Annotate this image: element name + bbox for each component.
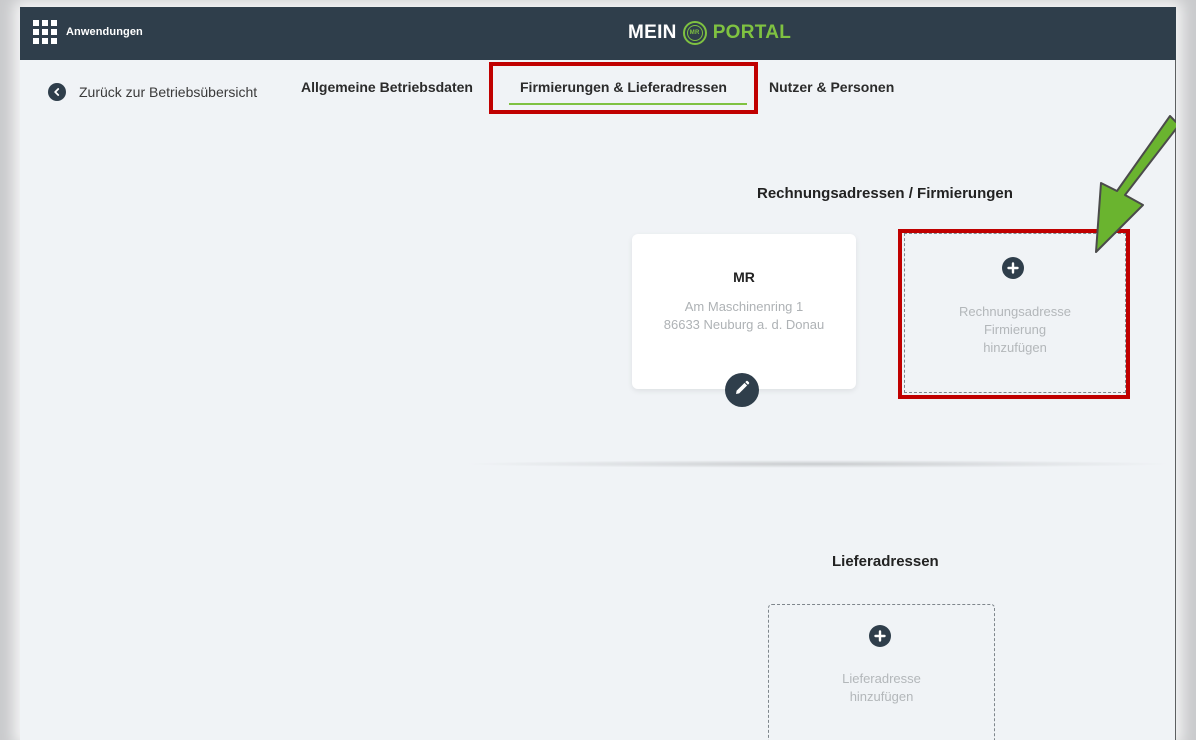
apps-grid-icon: [33, 20, 57, 44]
annotation-arrow: [1095, 115, 1176, 253]
portal-logo: MEIN MR PORTAL: [628, 18, 791, 48]
tab-users-persons[interactable]: Nutzer & Personen: [769, 79, 894, 95]
add-billing-line-1: Rechnungsadresse: [958, 304, 1072, 319]
plus-icon: [1002, 257, 1024, 279]
card-company-name: MR: [733, 269, 755, 285]
add-billing-label: Rechnungsadresse Firmierung hinzufügen: [904, 303, 1126, 357]
edit-address-button[interactable]: [725, 373, 759, 407]
add-delivery-label: Lieferadresse hinzufügen: [768, 670, 995, 706]
delivery-section-title: Lieferadressen: [832, 553, 939, 570]
section-divider: [460, 460, 1176, 468]
app-window: Anwendungen MEIN MR PORTAL Zurück zur Be…: [20, 7, 1176, 740]
back-to-overview-link[interactable]: Zurück zur Betriebsübersicht: [48, 83, 257, 101]
add-delivery-line-2: hinzufügen: [849, 689, 914, 704]
add-billing-line-3: hinzufügen: [983, 340, 1047, 355]
logo-badge-text: MR: [686, 25, 703, 41]
top-bar: Anwendungen MEIN MR PORTAL: [20, 7, 1176, 60]
back-chevron-icon: [48, 83, 66, 101]
add-billing-line-2: Firmierung: [983, 322, 1047, 337]
plus-icon: [869, 625, 891, 647]
tab-general-data[interactable]: Allgemeine Betriebsdaten: [301, 79, 473, 95]
billing-address-card: MR Am Maschinenring 1 86633 Neuburg a. d…: [632, 234, 856, 389]
card-street: Am Maschinenring 1: [684, 299, 804, 314]
logo-text-mein: MEIN: [628, 22, 677, 43]
back-link-label: Zurück zur Betriebsübersicht: [79, 84, 258, 100]
apps-button[interactable]: Anwendungen: [33, 17, 143, 47]
pencil-icon: [734, 380, 750, 401]
apps-label: Anwendungen: [66, 26, 143, 38]
add-delivery-line-1: Lieferadresse: [842, 671, 921, 686]
card-city: 86633 Neuburg a. d. Donau: [663, 317, 825, 332]
billing-section-title: Rechnungsadressen / Firmierungen: [757, 185, 1013, 202]
logo-text-portal: PORTAL: [712, 22, 792, 43]
logo-badge-icon: MR: [682, 21, 707, 45]
tab-highlight-box: [489, 62, 758, 114]
